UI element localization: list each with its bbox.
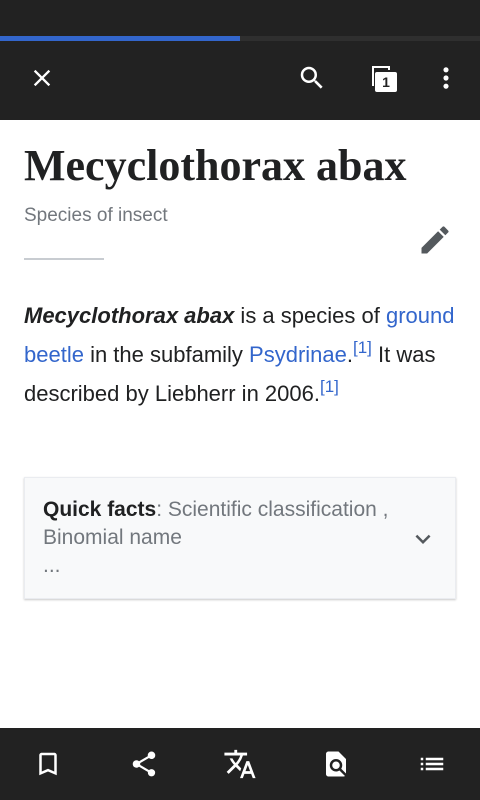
quick-facts-box[interactable]: Quick facts: Scientific classification ,… [24, 477, 456, 599]
tabs-button[interactable]: 1 [352, 48, 412, 108]
change-language-button[interactable] [212, 740, 268, 788]
share-icon [132, 751, 156, 777]
tab-count-badge: 1 [375, 72, 397, 92]
article-description: Species of insect [24, 205, 168, 226]
title-divider [24, 258, 104, 260]
article-subject: Mecyclothorax abax [24, 303, 235, 328]
expand-quick-facts-button[interactable] [408, 524, 438, 554]
overflow-menu-icon [443, 67, 449, 89]
find-in-page-icon [326, 751, 346, 777]
pencil-icon [421, 226, 449, 254]
top-toolbar: 1 [0, 36, 480, 120]
share-button[interactable] [116, 740, 172, 788]
table-of-contents-button[interactable] [404, 740, 460, 788]
link-psydrinae[interactable]: Psydrinae [249, 342, 347, 367]
tabs-icon: 1 [368, 64, 397, 92]
paragraph-text: in the subfamily [83, 342, 250, 367]
page-title: Mecyclothorax abax [24, 141, 407, 190]
overflow-menu-button[interactable] [416, 48, 476, 108]
bookmark-icon [39, 752, 57, 776]
quick-facts-label: Quick facts [43, 498, 157, 521]
paragraph-text: is a species of [234, 303, 386, 328]
reference-link[interactable]: [1] [353, 338, 372, 357]
chevron-down-icon [415, 534, 431, 544]
contents-icon [420, 757, 444, 771]
bookmark-button[interactable] [20, 740, 76, 788]
reference-link[interactable]: [1] [320, 377, 339, 396]
translate-icon [224, 749, 256, 779]
bottom-action-bar [0, 728, 480, 800]
article-lead-paragraph: Mecyclothorax abax is a species of groun… [24, 296, 456, 413]
progress-fill [0, 36, 240, 41]
quick-facts-ellipsis: ... [43, 554, 61, 577]
page-load-progress [0, 36, 480, 41]
close-button[interactable] [12, 48, 72, 108]
search-icon [300, 66, 323, 89]
search-button[interactable] [282, 48, 342, 108]
quick-facts-summary: Quick facts: Scientific classification ,… [43, 496, 395, 552]
find-in-page-button[interactable] [308, 740, 364, 788]
close-icon [33, 69, 51, 87]
status-bar [0, 0, 480, 36]
edit-button[interactable] [410, 215, 460, 265]
